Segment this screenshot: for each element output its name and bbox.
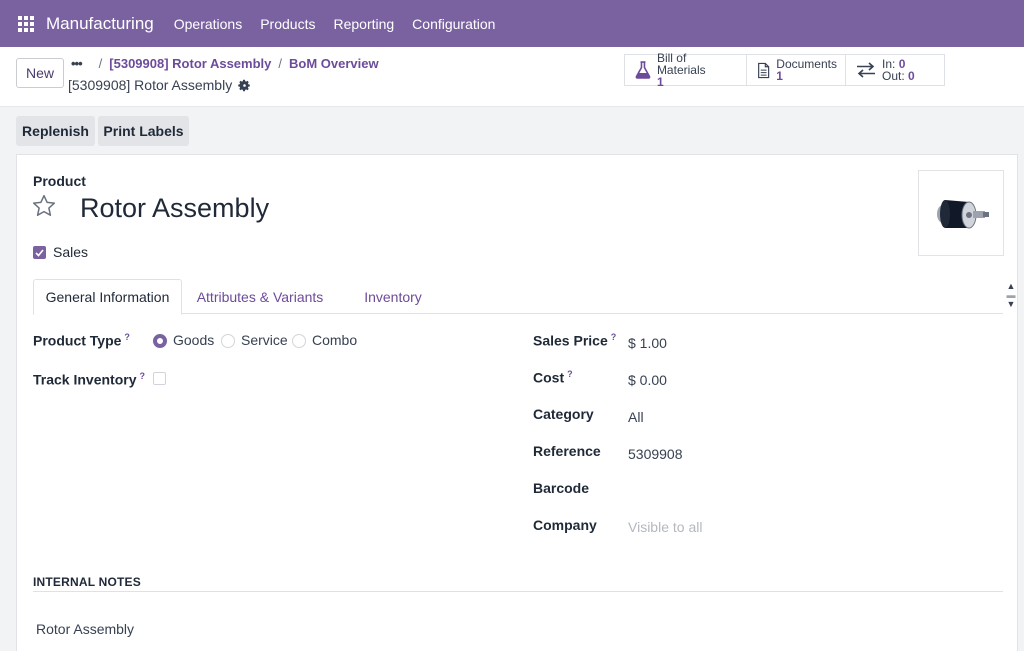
record-title-text: [5309908] Rotor Assembly	[68, 77, 233, 93]
track-inventory-label-text: Track Inventory	[33, 371, 137, 388]
product-name[interactable]: Rotor Assembly	[80, 193, 269, 224]
menu-operations[interactable]: Operations	[174, 16, 242, 32]
internal-notes-title: INTERNAL NOTES	[33, 575, 141, 589]
radio-goods-label[interactable]: Goods	[173, 332, 214, 348]
control-panel: New ••• / [5309908] Rotor Assembly / BoM…	[0, 47, 1024, 107]
menu-products[interactable]: Products	[260, 16, 315, 32]
barcode-label: Barcode	[533, 480, 590, 496]
gear-icon[interactable]	[238, 79, 251, 92]
sales-price-label: Sales Price?	[533, 332, 616, 349]
company-field[interactable]: Visible to all	[628, 519, 702, 535]
replenish-button[interactable]: Replenish	[16, 116, 95, 146]
bom-count: 1	[656, 75, 664, 89]
product-type-label-text: Product Type	[33, 332, 122, 349]
radio-service[interactable]	[221, 334, 235, 348]
smart-buttons: Bill of Materials 1 Documents 1 In: 0 Ou…	[624, 51, 945, 89]
track-inventory-label: Track Inventory?	[33, 371, 145, 388]
cost-field[interactable]: $ 0.00	[628, 372, 667, 388]
radio-combo[interactable]	[292, 334, 306, 348]
bom-smart-button[interactable]: Bill of Materials 1	[624, 51, 747, 89]
help-icon[interactable]: ?	[124, 332, 130, 342]
documents-count: 1	[776, 69, 783, 83]
product-label: Product	[33, 173, 86, 189]
exchange-arrows-icon	[857, 62, 875, 78]
company-label: Company	[533, 517, 597, 533]
out-label: Out:	[882, 69, 905, 83]
breadcrumb-product[interactable]: [5309908] Rotor Assembly	[109, 56, 271, 71]
new-button[interactable]: New	[16, 58, 64, 88]
barcode-field[interactable]	[628, 483, 928, 501]
in-out-smart-button[interactable]: In: 0 Out: 0	[845, 54, 945, 86]
breadcrumb-more[interactable]: •••	[71, 56, 83, 71]
apps-grid-icon[interactable]	[18, 15, 34, 32]
help-icon[interactable]: ?	[611, 332, 617, 342]
sales-checkbox[interactable]	[33, 246, 46, 259]
sales-price-label-text: Sales Price	[533, 332, 608, 349]
radio-service-label[interactable]: Service	[241, 332, 288, 348]
breadcrumb-bom-overview[interactable]: BoM Overview	[289, 56, 379, 71]
track-inventory-checkbox[interactable]	[153, 372, 166, 385]
documents-label: Documents	[776, 57, 837, 71]
radio-goods[interactable]	[153, 334, 167, 348]
document-icon	[758, 62, 770, 78]
cost-label-text: Cost	[533, 369, 565, 386]
radio-combo-label[interactable]: Combo	[312, 332, 357, 348]
print-labels-button[interactable]: Print Labels	[98, 116, 189, 146]
reference-field[interactable]: 5309908	[628, 446, 683, 462]
rotor-motor-image-icon	[937, 200, 989, 229]
help-icon[interactable]: ?	[140, 371, 146, 381]
notebook-tabs: General Information Attributes & Variant…	[33, 279, 1003, 315]
sales-label[interactable]: Sales	[53, 244, 88, 260]
star-icon[interactable]	[31, 193, 57, 219]
flask-icon	[635, 61, 651, 79]
top-navbar: Manufacturing Operations Products Report…	[0, 0, 1024, 47]
breadcrumb-separator: /	[278, 56, 282, 71]
category-field[interactable]: All	[628, 409, 644, 425]
bom-label: Bill of Materials	[656, 51, 706, 77]
breadcrumb: ••• / [5309908] Rotor Assembly / BoM Ove…	[71, 56, 379, 71]
tab-inventory[interactable]: Inventory	[353, 279, 433, 315]
menu-reporting[interactable]: Reporting	[333, 16, 394, 32]
tabs-scroll-arrows[interactable]: ▲ ▬ ▼	[1005, 282, 1017, 312]
form-sheet: Product Rotor Assembly Sales General Inf…	[16, 154, 1018, 651]
help-icon[interactable]: ?	[567, 369, 573, 379]
product-image[interactable]	[918, 170, 1004, 256]
product-type-label: Product Type?	[33, 332, 130, 349]
record-title: [5309908] Rotor Assembly	[68, 77, 251, 93]
menu-configuration[interactable]: Configuration	[412, 16, 495, 32]
app-brand[interactable]: Manufacturing	[46, 14, 154, 34]
notes-divider	[33, 591, 1003, 592]
tab-attributes-variants[interactable]: Attributes & Variants	[195, 279, 325, 315]
sales-price-field[interactable]: $ 1.00	[628, 335, 667, 351]
breadcrumb-separator: /	[98, 56, 103, 71]
cost-label: Cost?	[533, 369, 573, 386]
reference-label: Reference	[533, 443, 601, 459]
documents-smart-button[interactable]: Documents 1	[746, 54, 846, 86]
category-label: Category	[533, 406, 594, 422]
internal-notes-editor[interactable]: Rotor Assembly	[36, 621, 134, 637]
scroll-down-icon[interactable]: ▼	[1005, 300, 1017, 309]
out-count: 0	[908, 69, 915, 83]
tab-general-information[interactable]: General Information	[33, 279, 182, 315]
checkmark-icon	[35, 248, 44, 257]
